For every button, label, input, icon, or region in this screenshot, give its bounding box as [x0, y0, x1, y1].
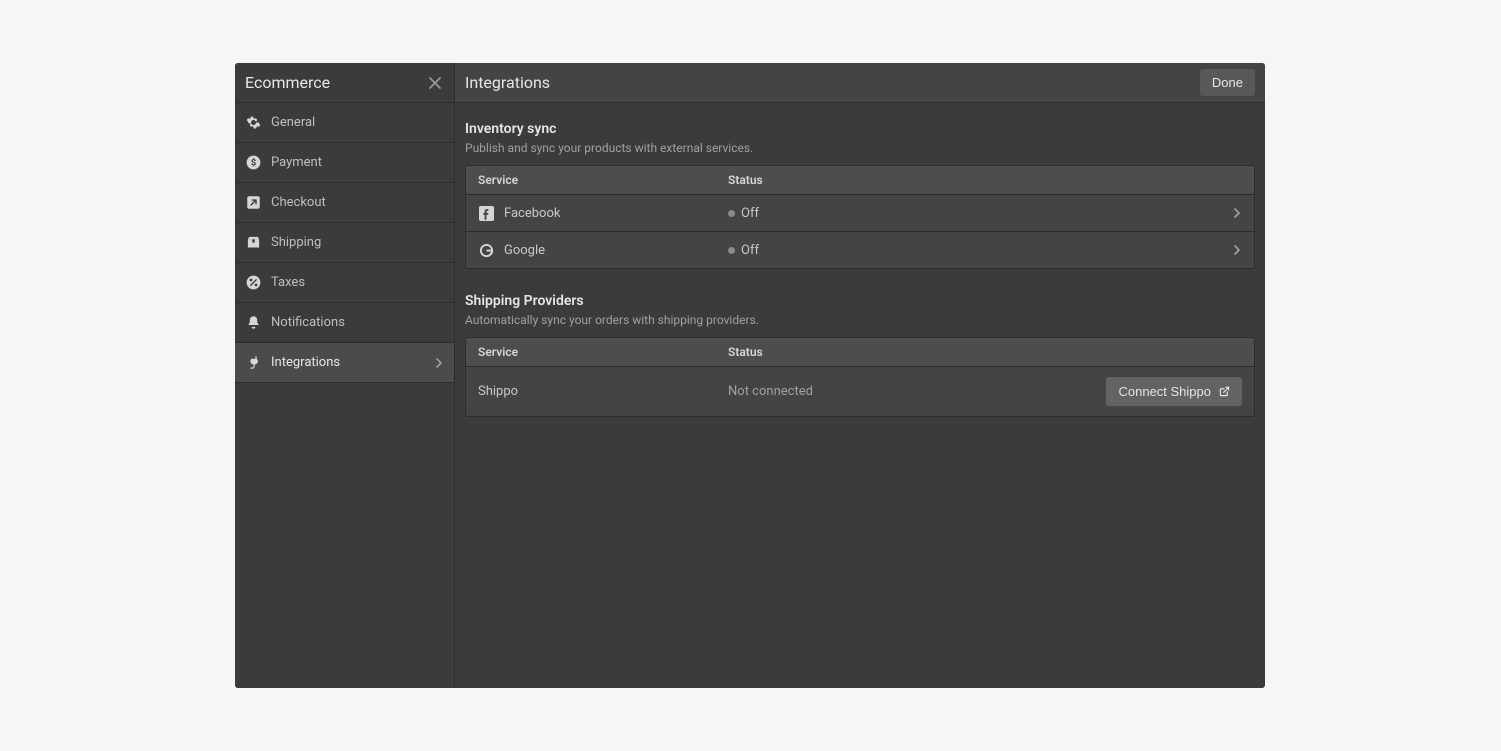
gear-icon: [245, 115, 261, 131]
status-dot-icon: [728, 210, 735, 217]
section-description: Automatically sync your orders with ship…: [465, 313, 1255, 327]
status-text: Off: [741, 206, 759, 221]
chevron-right-icon: [434, 358, 444, 368]
sidebar-header: Ecommerce: [235, 63, 454, 103]
chevron-right-icon: [1232, 208, 1254, 218]
service-name: Shippo: [478, 384, 518, 399]
sidebar-item-checkout[interactable]: Checkout: [235, 183, 454, 223]
column-header-service: Service: [466, 173, 728, 187]
sidebar-item-shipping[interactable]: Shipping: [235, 223, 454, 263]
main-body: Inventory sync Publish and sync your pro…: [455, 103, 1265, 459]
section-shipping-providers: Shipping Providers Automatically sync yo…: [465, 293, 1255, 417]
section-title: Shipping Providers: [465, 293, 1255, 309]
sidebar-item-label: Shipping: [271, 235, 321, 250]
sidebar-item-label: General: [271, 115, 315, 130]
close-icon: [429, 77, 441, 89]
settings-modal: Ecommerce General $ Payment: [235, 63, 1265, 688]
column-header-service: Service: [466, 345, 728, 359]
table-row-facebook[interactable]: Facebook Off: [466, 194, 1254, 231]
shipping-table: Service Status Shippo Not connected Conn…: [465, 337, 1255, 417]
sidebar-item-label: Notifications: [271, 315, 345, 330]
facebook-icon: [478, 205, 494, 221]
column-header-status: Status: [728, 345, 1254, 359]
column-header-status: Status: [728, 173, 1254, 187]
button-label: Connect Shippo: [1118, 384, 1211, 399]
sidebar-item-label: Checkout: [271, 195, 326, 210]
sidebar-item-label: Taxes: [271, 275, 305, 290]
status-text: Off: [741, 243, 759, 258]
main-header: Integrations Done: [455, 63, 1265, 103]
percent-icon: [245, 275, 261, 291]
status-text: Not connected: [728, 384, 813, 399]
box-icon: [245, 235, 261, 251]
external-link-icon: [1219, 386, 1230, 397]
plug-icon: [245, 355, 261, 371]
sidebar-item-taxes[interactable]: Taxes: [235, 263, 454, 303]
sidebar-item-label: Payment: [271, 155, 322, 170]
chevron-right-icon: [1232, 245, 1254, 255]
dollar-icon: $: [245, 155, 261, 171]
inventory-table: Service Status Facebook Off: [465, 165, 1255, 269]
google-icon: [478, 242, 494, 258]
close-button[interactable]: [426, 74, 444, 92]
service-name: Google: [504, 243, 545, 258]
sidebar-item-general[interactable]: General: [235, 103, 454, 143]
table-row-shippo: Shippo Not connected Connect Shippo: [466, 366, 1254, 416]
status-dot-icon: [728, 247, 735, 254]
sidebar-item-notifications[interactable]: Notifications: [235, 303, 454, 343]
sidebar-list: General $ Payment Checkout Shipping: [235, 103, 454, 383]
table-row-google[interactable]: Google Off: [466, 231, 1254, 268]
sidebar-item-label: Integrations: [271, 355, 340, 370]
sidebar-item-integrations[interactable]: Integrations: [235, 343, 454, 383]
page-title: Integrations: [465, 73, 550, 92]
section-inventory-sync: Inventory sync Publish and sync your pro…: [465, 121, 1255, 269]
table-header: Service Status: [466, 338, 1254, 366]
bell-icon: [245, 315, 261, 331]
done-button[interactable]: Done: [1200, 69, 1255, 96]
service-name: Facebook: [504, 206, 560, 221]
sidebar-item-payment[interactable]: $ Payment: [235, 143, 454, 183]
main-panel: Integrations Done Inventory sync Publish…: [455, 63, 1265, 688]
table-header: Service Status: [466, 166, 1254, 194]
section-description: Publish and sync your products with exte…: [465, 141, 1255, 155]
sidebar: Ecommerce General $ Payment: [235, 63, 455, 688]
arrow-box-icon: [245, 195, 261, 211]
connect-shippo-button[interactable]: Connect Shippo: [1106, 377, 1242, 406]
sidebar-title: Ecommerce: [245, 73, 330, 92]
svg-text:$: $: [250, 158, 255, 169]
section-title: Inventory sync: [465, 121, 1255, 137]
